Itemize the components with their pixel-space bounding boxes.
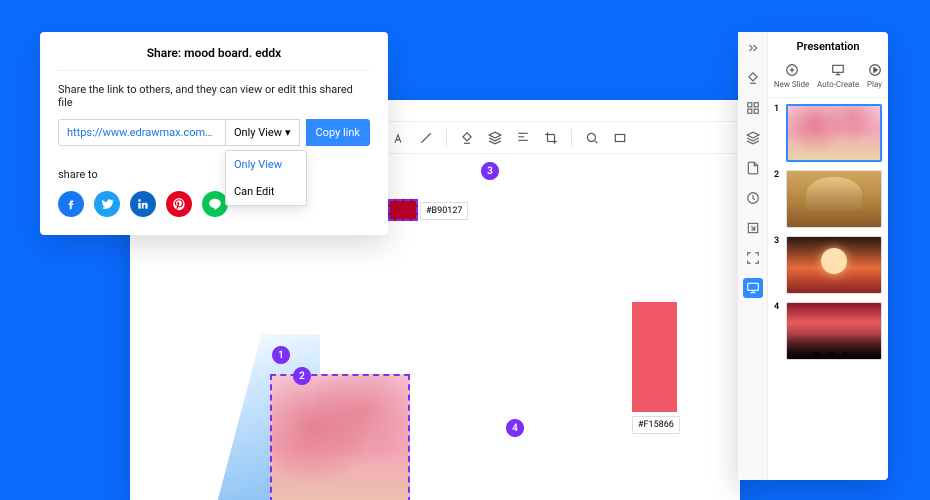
panel-actions: New Slide Auto-Create Play bbox=[768, 59, 888, 98]
permission-option-view[interactable]: Only View bbox=[226, 151, 306, 178]
slide-number: 3 bbox=[774, 236, 782, 246]
align-icon[interactable] bbox=[515, 130, 531, 146]
expand-icon[interactable] bbox=[743, 248, 763, 268]
share-dialog: Share: mood board. eddx Share the link t… bbox=[40, 32, 388, 235]
share-to-label: share to bbox=[58, 168, 370, 181]
divider bbox=[446, 129, 447, 147]
twitter-icon[interactable] bbox=[94, 191, 120, 217]
slide-thumb-3[interactable] bbox=[786, 236, 882, 294]
slide-list: 1 2 3 4 bbox=[768, 98, 888, 480]
permission-select[interactable]: Only View ▾ Only View Can Edit bbox=[225, 119, 300, 146]
permission-dropdown: Only View Can Edit bbox=[225, 150, 307, 206]
share-description: Share the link to others, and they can v… bbox=[58, 83, 370, 109]
permission-value: Only View bbox=[234, 126, 282, 139]
swatch-right[interactable] bbox=[632, 302, 677, 412]
presentation-icon[interactable] bbox=[743, 278, 763, 298]
slide-row[interactable]: 1 bbox=[774, 104, 882, 162]
fill-icon[interactable] bbox=[459, 130, 475, 146]
panel-title: Presentation bbox=[768, 32, 888, 59]
share-title: Share: mood board. eddx bbox=[58, 46, 370, 71]
permission-option-edit[interactable]: Can Edit bbox=[226, 178, 306, 205]
slide-row[interactable]: 2 bbox=[774, 170, 882, 228]
image-blossom[interactable] bbox=[270, 374, 410, 500]
export-icon[interactable] bbox=[743, 218, 763, 238]
badge-4: 4 bbox=[506, 419, 524, 437]
crop-icon[interactable] bbox=[543, 130, 559, 146]
panel-content: Presentation New Slide Auto-Create Play … bbox=[768, 32, 888, 480]
swatch-top-label: #B90127 bbox=[420, 202, 468, 220]
rect-icon[interactable] bbox=[612, 130, 628, 146]
slide-thumb-1[interactable] bbox=[786, 104, 882, 162]
share-link-row: https://www.edrawmax.com/server... Only … bbox=[58, 119, 370, 146]
slide-thumb-4[interactable] bbox=[786, 302, 882, 360]
pinterest-icon[interactable] bbox=[166, 191, 192, 217]
play-button[interactable]: Play bbox=[867, 63, 882, 89]
badge-1: 1 bbox=[272, 346, 290, 364]
layers-icon[interactable] bbox=[743, 128, 763, 148]
new-slide-button[interactable]: New Slide bbox=[774, 63, 809, 89]
facebook-icon[interactable] bbox=[58, 191, 84, 217]
fill-icon[interactable] bbox=[743, 68, 763, 88]
copy-link-button[interactable]: Copy link bbox=[306, 119, 370, 146]
social-row bbox=[58, 191, 370, 217]
linkedin-icon[interactable] bbox=[130, 191, 156, 217]
layer-icon[interactable] bbox=[487, 130, 503, 146]
share-url-input[interactable]: https://www.edrawmax.com/server... bbox=[58, 119, 225, 146]
slide-number: 1 bbox=[774, 104, 782, 114]
slide-thumb-2[interactable] bbox=[786, 170, 882, 228]
presentation-panel: Presentation New Slide Auto-Create Play … bbox=[738, 32, 888, 480]
document-icon[interactable] bbox=[743, 158, 763, 178]
badge-3: 3 bbox=[481, 162, 499, 180]
chevron-down-icon: ▾ bbox=[285, 126, 291, 139]
slide-row[interactable]: 3 bbox=[774, 236, 882, 294]
font-icon[interactable] bbox=[390, 130, 406, 146]
divider bbox=[571, 129, 572, 147]
slide-row[interactable]: 4 bbox=[774, 302, 882, 360]
line-icon[interactable] bbox=[418, 130, 434, 146]
auto-create-button[interactable]: Auto-Create bbox=[817, 63, 859, 89]
collapse-icon[interactable] bbox=[743, 38, 763, 58]
swatch-right-label: #F15866 bbox=[632, 416, 680, 434]
swatch-top[interactable] bbox=[388, 199, 418, 221]
badge-2: 2 bbox=[293, 367, 311, 385]
search-icon[interactable] bbox=[584, 130, 600, 146]
slide-number: 4 bbox=[774, 302, 782, 312]
grid-icon[interactable] bbox=[743, 98, 763, 118]
side-icon-bar bbox=[738, 32, 768, 480]
history-icon[interactable] bbox=[743, 188, 763, 208]
slide-number: 2 bbox=[774, 170, 782, 180]
